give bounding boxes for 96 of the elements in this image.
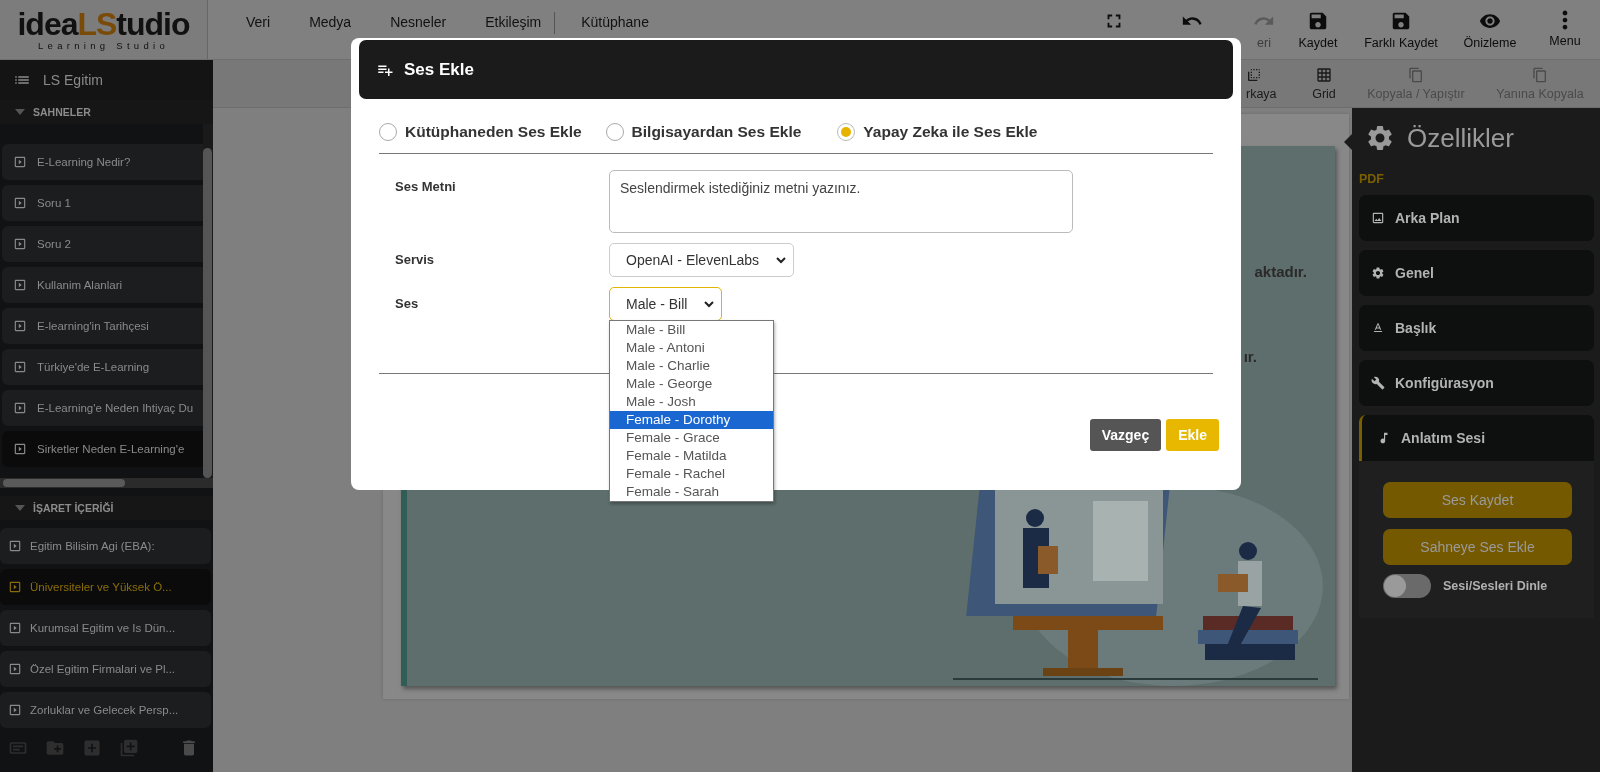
dropdown-option[interactable]: Female - Sarah — [610, 483, 773, 501]
add-icon[interactable] — [82, 738, 102, 758]
radio-button[interactable] — [605, 123, 624, 141]
toolbar-button[interactable]: Farklı Kaydet — [1352, 0, 1450, 59]
slide-icon — [8, 703, 22, 717]
sidebar-item[interactable]: Soru 2 — [2, 226, 203, 262]
field-label: Ses Metni — [394, 178, 457, 194]
dropdown-option[interactable]: Male - George — [610, 375, 773, 393]
menu-tab[interactable]: Etkileşim — [473, 14, 569, 32]
slide-icon — [13, 401, 27, 415]
slide-icon — [8, 662, 22, 676]
folder-plus-icon[interactable] — [45, 738, 65, 758]
sidebar-item[interactable]: E-Learning Nedir? — [2, 144, 203, 180]
cancel-button[interactable]: Vazgeç — [1089, 419, 1162, 451]
sidebar-item[interactable]: E-learning'in Tarihçesi — [2, 308, 203, 344]
menu-tab[interactable]: Nesneler — [378, 14, 474, 32]
slide-icon — [13, 442, 27, 456]
copy-icon — [1408, 66, 1424, 83]
chevron-down-icon — [703, 298, 716, 310]
sidebar-item[interactable]: Soru 1 — [2, 185, 203, 221]
menu-tab[interactable]: Veri — [234, 14, 298, 32]
radio-option[interactable]: Yapay Zeka ile Ses Ekle — [837, 123, 1038, 141]
image-icon — [1371, 211, 1385, 225]
settings-icon — [1371, 266, 1385, 280]
menu-icon — [1562, 10, 1568, 30]
field-label: Ses — [394, 295, 420, 311]
horizontal-scrollbar[interactable] — [0, 478, 213, 488]
slide-text: aktadır. — [1254, 263, 1307, 280]
toolbar-button[interactable]: Önizleme — [1450, 0, 1530, 59]
dropdown-option[interactable]: Female - Grace — [610, 429, 773, 447]
toggle-switch[interactable] — [1383, 574, 1431, 598]
accordion-header[interactable]: Genel — [1359, 250, 1594, 296]
accordion-header[interactable]: Konfigürasyon — [1359, 360, 1594, 406]
field-label: Servis — [394, 251, 436, 267]
dropdown-option[interactable]: Female - Matilda — [610, 447, 773, 465]
sidebar-item[interactable]: Egitim Bilisim Agi (EBA): — [0, 528, 211, 564]
select-field[interactable]: Male - Bill — [609, 287, 723, 321]
radio-option[interactable]: Bilgisayardan Ses Ekle — [605, 123, 802, 141]
sidebar-item[interactable]: Zorluklar ve Gelecek Persp... — [0, 692, 211, 728]
slide-icon — [13, 237, 27, 251]
slide-icon — [13, 360, 27, 374]
sidebar-item[interactable]: Kurumsal Egitim ve Is Dün... — [0, 610, 211, 646]
copy-icon — [1532, 66, 1548, 83]
slide-icon — [13, 155, 27, 169]
sidebar-item[interactable]: Türkiye'de E-Learning — [2, 349, 203, 385]
slide-icon — [13, 319, 27, 333]
library-add-icon[interactable] — [119, 738, 139, 758]
settings-icon — [1365, 123, 1395, 153]
section-header[interactable]: SAHNELER — [0, 100, 213, 124]
dropdown-option[interactable]: Male - Charlie — [610, 357, 773, 375]
select-field[interactable]: OpenAI - ElevenLabs — [609, 243, 795, 277]
logo-wordmark: ideaLStudio — [17, 8, 190, 40]
slide-icon — [8, 539, 22, 553]
vertical-scrollbar[interactable] — [203, 124, 213, 478]
sidebar-item[interactable]: E-Learning'e Neden Ihtiyaç Du — [2, 390, 203, 426]
sidebar-item[interactable]: Özel Egitim Firmalari ve Pl... — [0, 651, 211, 687]
slide-icon — [8, 580, 22, 594]
context-label: PDF — [1359, 172, 1385, 186]
slide-icon — [13, 278, 27, 292]
wrench-icon — [1371, 376, 1385, 390]
toolbar-button[interactable]: Menu — [1530, 0, 1600, 59]
toolbar-button[interactable]: Kaydet — [1284, 0, 1352, 59]
accordion-header[interactable]: Anlatım Sesi — [1359, 415, 1594, 461]
dropdown-option[interactable]: Female - Dorothy — [610, 411, 773, 429]
save-icon — [1390, 10, 1412, 32]
sidebar-item[interactable]: Sirketler Neden E-Learning'e — [2, 431, 203, 467]
logo-subtitle: Learning Studio — [37, 40, 170, 51]
project-title: LS Egitim — [43, 72, 103, 88]
slide-icon — [8, 621, 22, 635]
chevron-down-icon — [775, 254, 788, 266]
section-header[interactable]: İŞARET İÇERİĞİ — [0, 496, 213, 520]
dropdown-option[interactable]: Male - Bill — [610, 321, 773, 339]
grid-icon — [1316, 66, 1332, 83]
panel-title: Özellikler — [1407, 122, 1514, 154]
dropdown-option[interactable]: Female - Rachel — [610, 465, 773, 483]
slide-icon — [13, 196, 27, 210]
text-format-icon — [1371, 321, 1385, 335]
layers-icon — [1246, 66, 1262, 83]
accordion-header[interactable]: Başlık — [1359, 305, 1594, 351]
menu-tab[interactable]: Kütüphane — [569, 14, 676, 32]
dropdown-option[interactable]: Male - Josh — [610, 393, 773, 411]
radio-option[interactable]: Kütüphaneden Ses Ekle — [379, 123, 582, 141]
sidebar-item[interactable]: Kullanim Alanlari — [2, 267, 203, 303]
text-area[interactable]: Seslendirmek istediğiniz metni yazınız. — [609, 170, 1073, 233]
accordion-header[interactable]: Arka Plan — [1359, 195, 1594, 241]
menu-tab[interactable]: Medya — [297, 14, 379, 32]
sidebar-item[interactable]: Üniversiteler ve Yüksek Ö... — [0, 569, 211, 605]
toggle-label: Sesi/Sesleri Dinle — [1443, 579, 1548, 593]
radio-button[interactable] — [837, 123, 856, 141]
modal-title: Ses Ekle — [404, 59, 474, 80]
slide-text: ır. — [1243, 348, 1257, 365]
radio-button[interactable] — [379, 123, 397, 141]
save-icon — [1307, 10, 1329, 32]
toolbar-button[interactable]: Grid — [1296, 60, 1352, 107]
dropdown-option[interactable]: Male - Antoni — [610, 339, 773, 357]
toolbar-button[interactable]: rkaya — [1246, 60, 1296, 107]
